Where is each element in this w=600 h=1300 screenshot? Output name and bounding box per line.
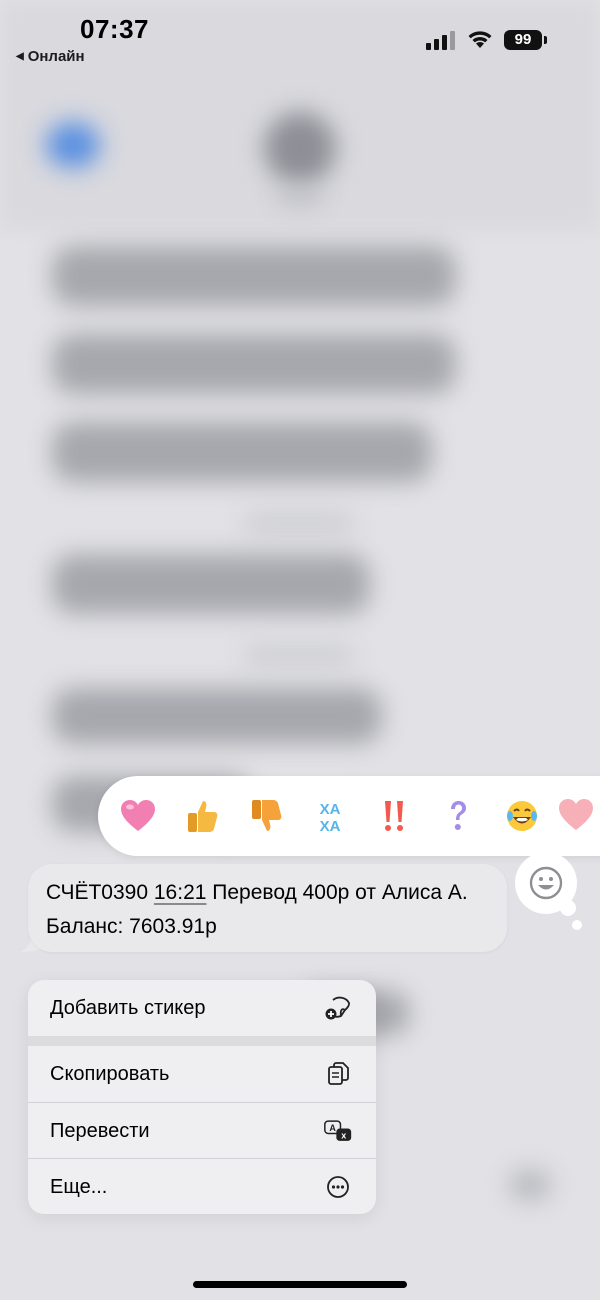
double-exclamation-icon — [385, 801, 403, 831]
back-app-label: Онлайн — [27, 48, 85, 65]
blurred-timestamp — [244, 518, 354, 528]
menu-label: Перевести — [50, 1119, 150, 1142]
reaction-laugh[interactable] — [500, 794, 544, 838]
message-text: СЧЁТ0390 16:21 Перевод 400р от Алиса А. … — [46, 876, 496, 944]
battery-indicator: 99 — [504, 30, 548, 50]
context-menu: Добавить стикер Скопировать Перевести A … — [28, 980, 376, 1214]
blurred-input-icon — [510, 1170, 550, 1200]
reaction-thumbs-down[interactable] — [244, 794, 288, 838]
wifi-icon — [468, 31, 492, 48]
status-time: 07:37 — [80, 14, 149, 44]
blurred-avatar — [264, 112, 336, 184]
home-indicator[interactable] — [193, 1281, 407, 1288]
blurred-message — [52, 422, 432, 482]
menu-more[interactable]: Еще... — [28, 1159, 376, 1214]
battery-tip — [544, 36, 547, 44]
back-to-app-link[interactable]: ◀ Онлайн — [16, 48, 85, 65]
battery-level: 99 — [504, 30, 542, 50]
blurred-message — [52, 688, 382, 744]
menu-translate[interactable]: Перевести A x — [28, 1103, 376, 1159]
menu-label: Скопировать — [50, 1062, 170, 1085]
translate-icon: A x — [324, 1117, 352, 1145]
thumbs-down-icon — [252, 800, 282, 831]
reaction-exclamation[interactable] — [372, 794, 416, 838]
thumbs-up-icon — [188, 801, 218, 832]
message-prefix: СЧЁТ0390 — [46, 881, 154, 904]
menu-add-sticker[interactable]: Добавить стикер — [28, 980, 376, 1036]
haha-top: ХА — [320, 801, 341, 818]
emoji-bubble-tail — [572, 920, 582, 930]
blurred-back-button — [46, 122, 100, 168]
menu-separator — [28, 1036, 376, 1046]
blurred-timestamp — [244, 650, 354, 660]
sticker-add-icon — [324, 994, 352, 1022]
blurred-contact-name — [278, 190, 322, 204]
more-ellipsis-icon — [324, 1173, 352, 1201]
menu-label: Еще... — [50, 1175, 108, 1198]
reaction-haha[interactable]: ХА ХА — [308, 794, 352, 838]
pink-heart-icon — [121, 800, 155, 831]
blurred-message — [52, 246, 456, 306]
menu-copy[interactable]: Скопировать — [28, 1046, 376, 1102]
back-triangle-icon: ◀ — [16, 51, 24, 62]
question-icon — [451, 801, 466, 830]
reaction-heart[interactable] — [116, 794, 160, 838]
svg-text:A: A — [329, 1123, 336, 1133]
reaction-question[interactable] — [436, 794, 480, 838]
emoji-bubble-tail — [560, 900, 576, 916]
menu-label: Добавить стикер — [50, 996, 206, 1019]
blurred-message — [52, 554, 370, 614]
reaction-thumbs-up[interactable] — [180, 794, 224, 838]
reaction-bar: ХА ХА — [98, 776, 600, 856]
reaction-more[interactable] — [554, 794, 598, 838]
haha-icon: ХА ХА — [320, 801, 341, 834]
cellular-signal-icon — [426, 31, 455, 50]
message-time-link[interactable]: 16:21 — [154, 881, 207, 904]
svg-text:x: x — [341, 1130, 346, 1140]
copy-icon — [324, 1060, 352, 1088]
blurred-message — [52, 334, 456, 394]
tears-of-joy-icon — [507, 801, 537, 831]
haha-bottom: ХА — [320, 818, 341, 834]
partial-heart-icon — [559, 799, 593, 830]
